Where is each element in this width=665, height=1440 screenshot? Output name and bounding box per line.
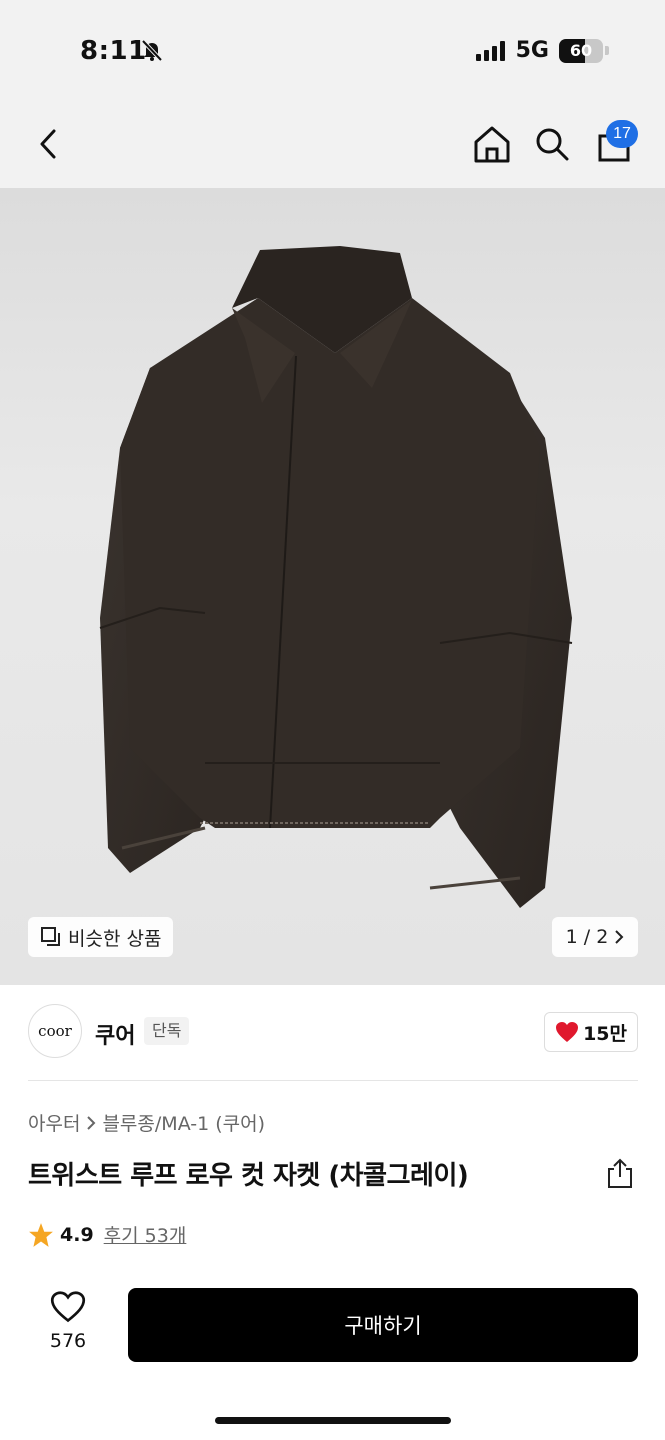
brand-logo[interactable]: coor	[28, 1004, 82, 1058]
cart-count-badge: 17	[606, 120, 638, 148]
chevron-left-icon	[40, 129, 56, 159]
share-icon[interactable]	[605, 1157, 635, 1189]
battery-level: 60	[569, 40, 593, 60]
brand-like-button[interactable]: 15만	[544, 1012, 638, 1052]
battery-nub	[605, 46, 609, 55]
heart-outline-icon	[50, 1291, 86, 1323]
brand-name[interactable]: 쿠어	[95, 1018, 135, 1050]
star-icon	[29, 1222, 53, 1247]
rating-row: 4.9 후기 53개	[28, 1221, 186, 1248]
rating-value: 4.9	[60, 1223, 94, 1246]
search-button[interactable]	[530, 122, 574, 166]
signal-icon	[475, 40, 505, 61]
battery-icon: 60	[559, 38, 603, 63]
divider	[28, 1080, 638, 1081]
network-label: 5G	[515, 38, 549, 63]
chevron-right-icon	[87, 1115, 96, 1130]
back-button[interactable]	[26, 122, 70, 166]
status-bar: 8:11 5G 60	[0, 0, 665, 100]
exclusive-tag: 단독	[144, 1017, 190, 1045]
search-icon	[536, 128, 569, 161]
product-image-gallery[interactable]	[0, 188, 665, 985]
breadcrumb-item[interactable]: 블루종/MA-1 (쿠어)	[102, 1109, 265, 1136]
status-indicators: 5G 60	[475, 38, 609, 63]
buy-button[interactable]: 구매하기	[128, 1288, 638, 1362]
copy-icon	[41, 927, 60, 946]
product-jacket-image	[99, 246, 573, 908]
home-icon	[474, 126, 510, 163]
pager-text: 1 / 2	[565, 926, 609, 948]
similar-products-label: 비슷한 상품	[68, 927, 162, 950]
brand-like-count: 15만	[583, 1022, 627, 1045]
buy-button-label: 구매하기	[344, 1314, 422, 1338]
wishlist-count: 576	[49, 1330, 87, 1352]
wishlist-button[interactable]: 576	[28, 1290, 108, 1362]
brand-logo-text: coor	[38, 1022, 72, 1040]
reviews-link[interactable]: 후기 53개	[104, 1221, 187, 1248]
heart-filled-icon	[556, 1022, 579, 1042]
product-title: 트위스트 루프 로우 컷 자켓 (차콜그레이)	[28, 1161, 469, 1191]
breadcrumb: 아우터 블루종/MA-1 (쿠어)	[28, 1109, 265, 1136]
breadcrumb-item[interactable]: 아우터	[28, 1109, 80, 1136]
image-pager[interactable]: 1 / 2	[552, 917, 638, 957]
home-button[interactable]	[470, 122, 514, 166]
bell-muted-icon	[141, 39, 163, 62]
brand-row: coor 쿠어 단독 15만	[28, 1004, 638, 1060]
home-indicator	[215, 1417, 451, 1424]
chevron-right-icon	[615, 930, 624, 944]
nav-bar	[0, 100, 665, 188]
similar-products-button[interactable]: 비슷한 상품	[28, 917, 174, 957]
status-time: 8:11	[80, 36, 147, 66]
